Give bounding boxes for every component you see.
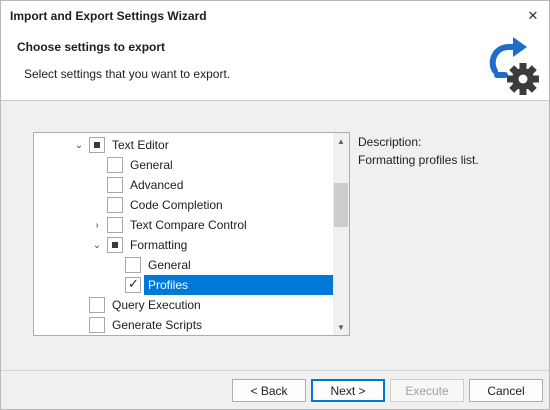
wizard-header: Choose settings to export Select setting… <box>1 31 549 101</box>
tree-item-label: General <box>148 258 191 272</box>
description-label: Description: <box>358 135 422 149</box>
tree-item-label: Text Compare Control <box>130 218 247 232</box>
tree-item-checkbox[interactable] <box>125 257 141 273</box>
tree-item-advanced[interactable]: Advanced <box>34 175 333 195</box>
chevron-right-icon[interactable]: › <box>92 215 102 235</box>
title-bar: Import and Export Settings Wizard ✕ <box>1 1 549 31</box>
tree-item-label: Code Completion <box>130 198 223 212</box>
tree-item-label: Generate Scripts <box>112 318 203 332</box>
tree-item-query-execution[interactable]: Query Execution <box>34 295 333 315</box>
tree-item-general[interactable]: General <box>34 155 333 175</box>
tree-item-label: Formatting <box>130 238 188 252</box>
page-subtitle: Select settings that you want to export. <box>24 67 231 81</box>
tree-item-checkbox[interactable] <box>125 277 141 293</box>
description-text: Formatting profiles list. <box>358 153 479 167</box>
tree-item-label: General <box>130 158 173 172</box>
scroll-up-icon[interactable]: ▲ <box>333 133 349 149</box>
export-settings-gear-icon <box>489 37 539 95</box>
tree-item-text-compare-control[interactable]: › Text Compare Control <box>34 215 333 235</box>
scroll-down-icon[interactable]: ▼ <box>333 319 349 335</box>
tree-item-label: Query Execution <box>112 298 201 312</box>
tree-item-label: Advanced <box>130 178 184 192</box>
settings-tree[interactable]: ⌄ Text Editor General Advanced Code Comp… <box>33 132 350 336</box>
close-button[interactable]: ✕ <box>523 6 543 26</box>
chevron-down-icon[interactable]: ⌄ <box>92 235 102 255</box>
tree-item-formatting-general[interactable]: General <box>34 255 333 275</box>
tree-item-checkbox[interactable] <box>107 217 123 233</box>
tree-item-checkbox[interactable] <box>89 317 105 333</box>
next-button[interactable]: Next > <box>311 379 385 402</box>
page-title: Choose settings to export <box>17 40 166 54</box>
footer-divider <box>1 370 549 371</box>
window-title: Import and Export Settings Wizard <box>10 9 207 23</box>
execute-button[interactable]: Execute <box>390 379 464 402</box>
chevron-down-icon[interactable]: ⌄ <box>74 135 84 155</box>
tree-item-checkbox[interactable] <box>107 237 123 253</box>
tree-item-label: Text Editor <box>112 138 169 152</box>
tree-item-checkbox[interactable] <box>107 177 123 193</box>
tree-item-text-editor[interactable]: ⌄ Text Editor <box>34 135 333 155</box>
tree-item-code-completion[interactable]: Code Completion <box>34 195 333 215</box>
tree-item-checkbox[interactable] <box>89 137 105 153</box>
tree-item-checkbox[interactable] <box>89 297 105 313</box>
tree-scrollbar[interactable]: ▲ ▼ <box>333 133 349 335</box>
tree-item-profiles[interactable]: Profiles <box>34 275 333 295</box>
wizard-window: Import and Export Settings Wizard ✕ Choo… <box>0 0 550 410</box>
cancel-button[interactable]: Cancel <box>469 379 543 402</box>
close-icon: ✕ <box>527 8 539 23</box>
tree-item-checkbox[interactable] <box>107 197 123 213</box>
back-button[interactable]: < Back <box>232 379 306 402</box>
tree-item-generate-scripts[interactable]: Generate Scripts <box>34 315 333 335</box>
scroll-thumb[interactable] <box>334 183 348 227</box>
tree-item-formatting[interactable]: ⌄ Formatting <box>34 235 333 255</box>
tree-item-checkbox[interactable] <box>107 157 123 173</box>
tree-item-label: Profiles <box>144 275 333 295</box>
